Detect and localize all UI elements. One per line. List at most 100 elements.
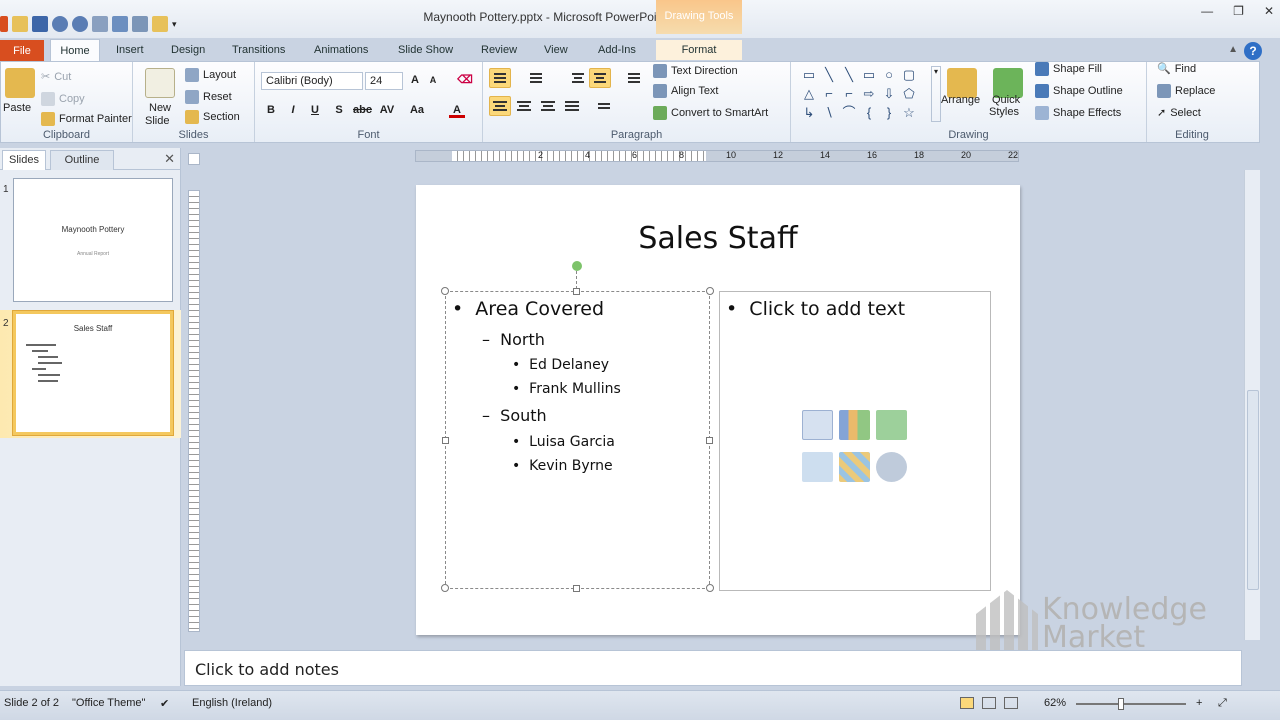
language-indicator[interactable]: English (Ireland) bbox=[192, 697, 272, 709]
strikethrough-icon[interactable]: abc bbox=[353, 102, 372, 118]
insert-clipart-icon[interactable] bbox=[839, 452, 870, 482]
normal-view-icon[interactable] bbox=[960, 697, 974, 709]
line-shape-icon[interactable]: ╲ bbox=[819, 65, 839, 84]
reset-button[interactable]: Reset bbox=[185, 90, 232, 104]
arrange-button[interactable]: Arrange bbox=[941, 94, 980, 106]
shrink-font-icon[interactable]: A bbox=[425, 72, 441, 88]
copy-button[interactable]: Copy bbox=[41, 92, 85, 106]
tab-slides[interactable]: Slides bbox=[2, 150, 46, 170]
font-color-icon[interactable]: A bbox=[449, 102, 465, 118]
clear-formatting-icon[interactable]: ⌫ bbox=[457, 72, 473, 88]
rounded-rect-shape-icon[interactable]: ▢ bbox=[899, 65, 919, 84]
curve-shape-icon[interactable]: ∖ bbox=[819, 103, 839, 122]
insert-table-icon[interactable] bbox=[802, 410, 833, 440]
oval-shape-icon[interactable]: ○ bbox=[879, 65, 899, 84]
quick-styles-button-2[interactable]: Styles bbox=[989, 106, 1019, 118]
slide-thumbnail-1[interactable]: Maynooth Pottery Annual Report bbox=[13, 178, 173, 302]
reading-view-icon[interactable] bbox=[1004, 697, 1018, 709]
format-painter-button[interactable]: Format Painter bbox=[41, 112, 132, 126]
down-arrow-shape-icon[interactable]: ⇩ bbox=[879, 84, 899, 103]
columns-icon[interactable] bbox=[593, 96, 615, 116]
grow-font-icon[interactable]: A bbox=[407, 72, 423, 88]
find-button[interactable]: 🔍 Find bbox=[1157, 62, 1196, 76]
section-button[interactable]: Section bbox=[185, 110, 240, 124]
select-button[interactable]: ➚ Select bbox=[1157, 106, 1201, 120]
fit-to-window-icon[interactable]: ⤢ bbox=[1218, 697, 1227, 710]
slide-title[interactable]: Sales Staff bbox=[416, 221, 1020, 256]
resize-handle[interactable] bbox=[706, 287, 714, 295]
minimize-ribbon-icon[interactable]: ▲ bbox=[1228, 44, 1238, 55]
paste-icon[interactable] bbox=[5, 68, 35, 98]
insert-smartart-icon[interactable] bbox=[876, 410, 907, 440]
bent-arrow-shape-icon[interactable]: ↳ bbox=[799, 103, 819, 122]
ruler-tab-selector[interactable] bbox=[188, 153, 200, 165]
elbow-shape-icon[interactable]: ⌐ bbox=[839, 84, 859, 103]
replace-button[interactable]: Replace bbox=[1157, 84, 1215, 98]
connector-shape-icon[interactable]: ⌐ bbox=[819, 84, 839, 103]
slide-sorter-icon[interactable] bbox=[982, 697, 996, 709]
convert-smartart-button[interactable]: Convert to SmartArt bbox=[653, 106, 768, 120]
decrease-indent-icon[interactable] bbox=[567, 68, 589, 88]
zoom-in-icon[interactable]: + bbox=[1196, 697, 1202, 709]
quick-styles-button[interactable]: Quick bbox=[992, 94, 1020, 106]
tab-design[interactable]: Design bbox=[171, 40, 205, 60]
text-direction-button[interactable]: Text Direction bbox=[653, 64, 738, 78]
resize-handle[interactable] bbox=[573, 288, 580, 295]
theme-name[interactable]: "Office Theme" bbox=[72, 697, 145, 709]
textbox-shape-icon[interactable]: ▭ bbox=[799, 65, 819, 84]
tab-home[interactable]: Home bbox=[50, 39, 100, 63]
vertical-ruler[interactable] bbox=[188, 190, 200, 632]
insert-media-icon[interactable] bbox=[876, 452, 907, 482]
zoom-slider[interactable] bbox=[1076, 698, 1186, 710]
resize-handle[interactable] bbox=[706, 584, 714, 592]
minimize-button[interactable]: — bbox=[1201, 4, 1213, 18]
brace-left-shape-icon[interactable]: { bbox=[859, 103, 879, 122]
resize-handle[interactable] bbox=[573, 585, 580, 592]
numbering-icon[interactable] bbox=[525, 68, 547, 88]
shapes-gallery[interactable]: ▭ ╲ ╲ ▭ ○ ▢ △ ⌐ ⌐ ⇨ ⇩ ⬠ ↳ ∖ ⌒{} ☆ bbox=[799, 65, 929, 123]
right-content-placeholder[interactable]: • Click to add text bbox=[719, 291, 991, 591]
bold-icon[interactable]: B bbox=[263, 102, 279, 118]
spellcheck-icon[interactable]: ✔ bbox=[160, 697, 169, 710]
insert-chart-icon[interactable] bbox=[839, 410, 870, 440]
horizontal-ruler[interactable]: 2 4 6 8 10 12 14 16 18 20 22 bbox=[415, 150, 1019, 162]
vertical-scrollbar[interactable] bbox=[1244, 170, 1260, 640]
arc-shape-icon[interactable]: ⌒ bbox=[839, 103, 859, 122]
new-slide-label[interactable]: New bbox=[149, 102, 171, 114]
scrollbar-thumb[interactable] bbox=[1247, 390, 1259, 590]
line-spacing-icon[interactable] bbox=[623, 68, 645, 88]
resize-handle[interactable] bbox=[441, 584, 449, 592]
align-left-icon[interactable] bbox=[489, 96, 511, 116]
new-slide-label-2[interactable]: Slide bbox=[145, 115, 169, 127]
align-right-icon[interactable] bbox=[537, 96, 559, 116]
italic-icon[interactable]: I bbox=[285, 102, 301, 118]
shape-outline-button[interactable]: Shape Outline bbox=[1035, 84, 1123, 98]
tab-insert[interactable]: Insert bbox=[116, 40, 144, 60]
slide-thumbnail-2[interactable]: Sales Staff bbox=[13, 311, 173, 435]
insert-picture-icon[interactable] bbox=[802, 452, 833, 482]
maximize-button[interactable]: ❐ bbox=[1233, 4, 1244, 18]
arrow-line-shape-icon[interactable]: ╲ bbox=[839, 65, 859, 84]
tab-format[interactable]: Format bbox=[656, 40, 742, 60]
increase-indent-icon[interactable] bbox=[589, 68, 611, 88]
resize-handle[interactable] bbox=[442, 437, 449, 444]
font-name-combo[interactable]: Calibri (Body) bbox=[261, 72, 363, 90]
shapes-more-icon[interactable]: ▾ bbox=[931, 66, 941, 122]
char-spacing-icon[interactable]: AV bbox=[379, 102, 395, 118]
tab-file[interactable]: File bbox=[0, 40, 44, 62]
tab-view[interactable]: View bbox=[544, 40, 568, 60]
bullets-icon[interactable] bbox=[489, 68, 511, 88]
left-content-placeholder[interactable]: • Area Covered – North • Ed Delaney • Fr… bbox=[445, 291, 710, 589]
tab-outline[interactable]: Outline bbox=[50, 150, 114, 170]
shape-effects-button[interactable]: Shape Effects bbox=[1035, 106, 1121, 120]
right-arrow-shape-icon[interactable]: ⇨ bbox=[859, 84, 879, 103]
triangle-shape-icon[interactable]: △ bbox=[799, 84, 819, 103]
zoom-level[interactable]: 62% bbox=[1044, 697, 1066, 709]
close-button[interactable]: ✕ bbox=[1264, 4, 1274, 18]
notes-pane[interactable]: Click to add notes bbox=[184, 650, 1242, 686]
paste-button[interactable]: Paste bbox=[3, 102, 31, 114]
layout-button[interactable]: Layout bbox=[185, 68, 236, 82]
resize-handle[interactable] bbox=[706, 437, 713, 444]
help-icon[interactable]: ? bbox=[1244, 42, 1262, 60]
change-case-icon[interactable]: Aa bbox=[409, 102, 425, 118]
